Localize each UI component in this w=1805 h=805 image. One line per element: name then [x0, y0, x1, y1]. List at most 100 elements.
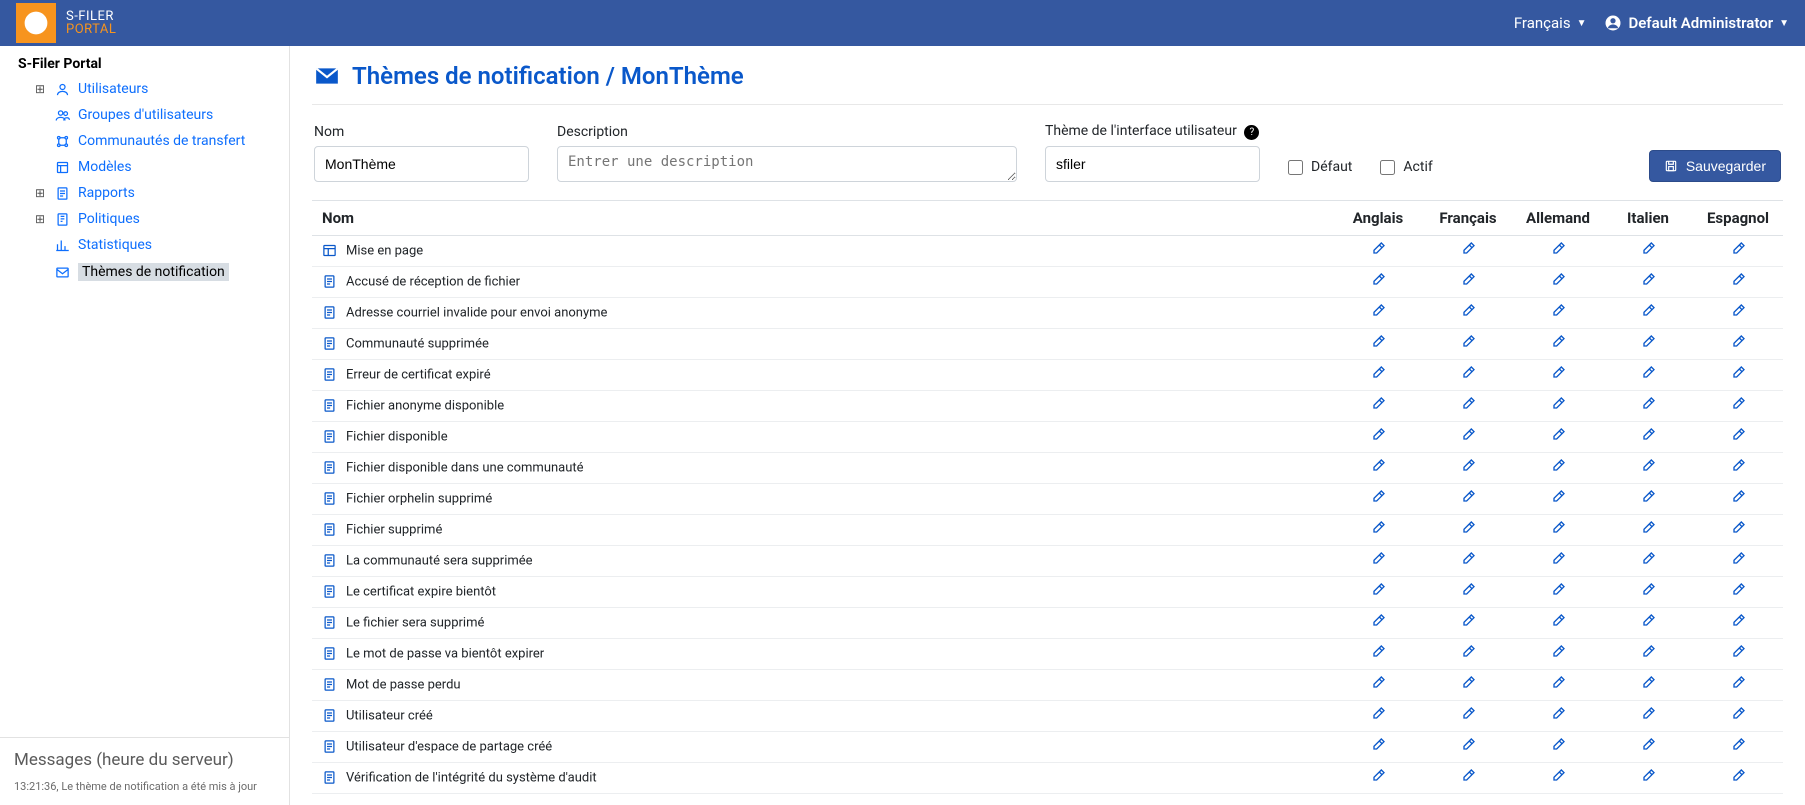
cell-name[interactable]: Utilisateur d'espace de partage créé: [312, 732, 1333, 763]
col-name[interactable]: Nom: [312, 201, 1333, 236]
col-italian[interactable]: Italien: [1603, 201, 1693, 236]
edit-icon[interactable]: [1640, 768, 1656, 784]
sidebar-item-6[interactable]: Statistiques: [4, 232, 285, 258]
edit-icon[interactable]: [1640, 334, 1656, 350]
edit-icon[interactable]: [1550, 706, 1566, 722]
active-checkbox[interactable]: [1380, 160, 1395, 175]
edit-icon[interactable]: [1640, 241, 1656, 257]
default-checkbox[interactable]: [1288, 160, 1303, 175]
cell-name[interactable]: Fichier disponible dans une communauté: [312, 453, 1333, 484]
edit-icon[interactable]: [1550, 520, 1566, 536]
edit-icon[interactable]: [1550, 489, 1566, 505]
edit-icon[interactable]: [1640, 675, 1656, 691]
edit-icon[interactable]: [1460, 768, 1476, 784]
edit-icon[interactable]: [1460, 396, 1476, 412]
edit-icon[interactable]: [1730, 675, 1746, 691]
edit-icon[interactable]: [1370, 582, 1386, 598]
edit-icon[interactable]: [1460, 241, 1476, 257]
edit-icon[interactable]: [1550, 675, 1566, 691]
edit-icon[interactable]: [1370, 272, 1386, 288]
edit-icon[interactable]: [1550, 396, 1566, 412]
edit-icon[interactable]: [1460, 489, 1476, 505]
navbar-brand[interactable]: S-FILER PORTAL: [16, 3, 116, 43]
cell-name[interactable]: Fichier disponible: [312, 422, 1333, 453]
edit-icon[interactable]: [1730, 489, 1746, 505]
cell-name[interactable]: Utilisateur créé: [312, 701, 1333, 732]
col-english[interactable]: Anglais: [1333, 201, 1423, 236]
sidebar-item-5[interactable]: ⊞Politiques: [4, 206, 285, 232]
edit-icon[interactable]: [1550, 303, 1566, 319]
edit-icon[interactable]: [1370, 706, 1386, 722]
edit-icon[interactable]: [1640, 551, 1656, 567]
edit-icon[interactable]: [1370, 303, 1386, 319]
edit-icon[interactable]: [1370, 644, 1386, 660]
sidebar-item-0[interactable]: ⊞Utilisateurs: [4, 76, 285, 102]
sidebar-item-4[interactable]: ⊞Rapports: [4, 180, 285, 206]
edit-icon[interactable]: [1460, 644, 1476, 660]
cell-name[interactable]: Vérification de l'intégrité du système d…: [312, 763, 1333, 794]
edit-icon[interactable]: [1730, 551, 1746, 567]
edit-icon[interactable]: [1730, 272, 1746, 288]
cell-name[interactable]: Adresse courriel invalide pour envoi ano…: [312, 298, 1333, 329]
edit-icon[interactable]: [1640, 489, 1656, 505]
edit-icon[interactable]: [1640, 582, 1656, 598]
cell-name[interactable]: Mot de passe perdu: [312, 670, 1333, 701]
cell-name[interactable]: Accusé de réception de fichier: [312, 267, 1333, 298]
edit-icon[interactable]: [1460, 365, 1476, 381]
edit-icon[interactable]: [1730, 365, 1746, 381]
name-input[interactable]: [314, 146, 529, 182]
edit-icon[interactable]: [1640, 706, 1656, 722]
edit-icon[interactable]: [1370, 489, 1386, 505]
uitheme-input[interactable]: [1045, 146, 1260, 182]
tree-toggle-icon[interactable]: ⊞: [34, 186, 46, 200]
edit-icon[interactable]: [1460, 334, 1476, 350]
edit-icon[interactable]: [1460, 458, 1476, 474]
edit-icon[interactable]: [1370, 458, 1386, 474]
edit-icon[interactable]: [1550, 427, 1566, 443]
sidebar-item-1[interactable]: Groupes d'utilisateurs: [4, 102, 285, 128]
edit-icon[interactable]: [1550, 644, 1566, 660]
edit-icon[interactable]: [1730, 768, 1746, 784]
sidebar-item-2[interactable]: Communautés de transfert: [4, 128, 285, 154]
sidebar-item-3[interactable]: Modèles: [4, 154, 285, 180]
edit-icon[interactable]: [1640, 644, 1656, 660]
col-spanish[interactable]: Espagnol: [1693, 201, 1783, 236]
sidebar-item-7[interactable]: Thèmes de notification: [4, 258, 285, 286]
edit-icon[interactable]: [1460, 706, 1476, 722]
edit-icon[interactable]: [1370, 768, 1386, 784]
edit-icon[interactable]: [1550, 272, 1566, 288]
edit-icon[interactable]: [1370, 551, 1386, 567]
edit-icon[interactable]: [1460, 675, 1476, 691]
edit-icon[interactable]: [1550, 551, 1566, 567]
edit-icon[interactable]: [1550, 582, 1566, 598]
edit-icon[interactable]: [1460, 303, 1476, 319]
cell-name[interactable]: Communauté supprimée: [312, 329, 1333, 360]
edit-icon[interactable]: [1640, 520, 1656, 536]
edit-icon[interactable]: [1730, 613, 1746, 629]
edit-icon[interactable]: [1460, 737, 1476, 753]
edit-icon[interactable]: [1370, 365, 1386, 381]
cell-name[interactable]: Le fichier sera supprimé: [312, 608, 1333, 639]
col-german[interactable]: Allemand: [1513, 201, 1603, 236]
edit-icon[interactable]: [1550, 613, 1566, 629]
edit-icon[interactable]: [1640, 303, 1656, 319]
tree-toggle-icon[interactable]: ⊞: [34, 82, 46, 96]
edit-icon[interactable]: [1730, 427, 1746, 443]
language-selector[interactable]: Français ▼: [1514, 14, 1587, 32]
edit-icon[interactable]: [1730, 458, 1746, 474]
cell-name[interactable]: Le certificat expire bientôt: [312, 577, 1333, 608]
cell-name[interactable]: Fichier supprimé: [312, 515, 1333, 546]
edit-icon[interactable]: [1730, 520, 1746, 536]
edit-icon[interactable]: [1460, 427, 1476, 443]
edit-icon[interactable]: [1730, 737, 1746, 753]
edit-icon[interactable]: [1460, 520, 1476, 536]
edit-icon[interactable]: [1550, 365, 1566, 381]
col-french[interactable]: Français: [1423, 201, 1513, 236]
edit-icon[interactable]: [1730, 303, 1746, 319]
edit-icon[interactable]: [1730, 582, 1746, 598]
edit-icon[interactable]: [1730, 396, 1746, 412]
edit-icon[interactable]: [1370, 675, 1386, 691]
edit-icon[interactable]: [1730, 334, 1746, 350]
edit-icon[interactable]: [1730, 644, 1746, 660]
edit-icon[interactable]: [1640, 427, 1656, 443]
